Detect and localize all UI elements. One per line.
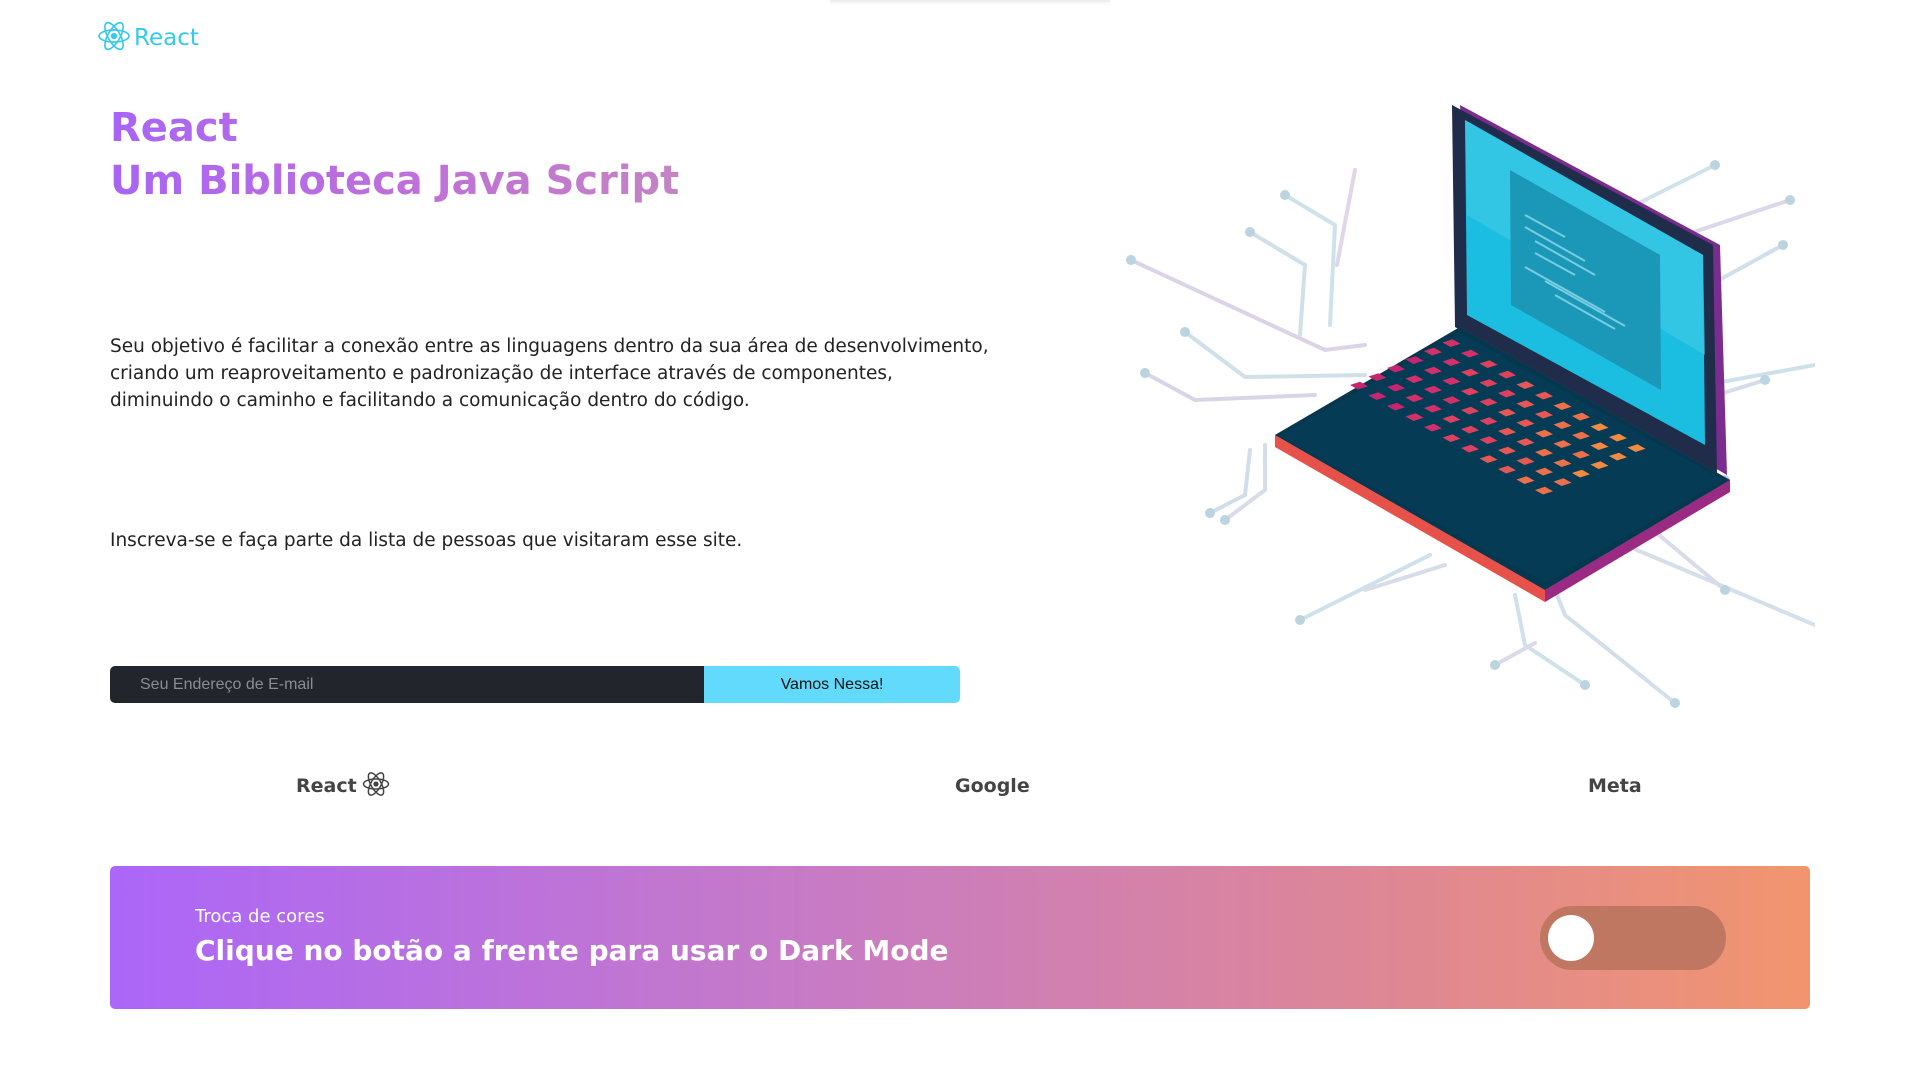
laptop-illustration	[1125, 95, 1817, 710]
dark-mode-banner: Troca de cores Clique no botão a frente …	[110, 866, 1810, 1009]
react-logo-icon	[96, 18, 132, 58]
partners-row: React Google Meta	[110, 768, 1810, 804]
page: React React Um Biblioteca Java Script Se…	[0, 0, 1920, 1080]
partner-react: React	[296, 768, 391, 804]
banner-title: Clique no botão a frente para usar o Dar…	[195, 934, 949, 967]
brand-label: React	[134, 25, 199, 51]
react-atom-icon	[361, 769, 391, 804]
email-form: Vamos Nessa!	[110, 666, 960, 703]
hero-title: React Um Biblioteca Java Script	[110, 102, 679, 208]
email-input[interactable]	[110, 666, 704, 703]
hero-title-line-2: Um Biblioteca Java Script	[110, 158, 680, 204]
top-divider	[830, 0, 1110, 2]
hero-description: Seu objetivo é facilitar a conexão entre…	[110, 336, 989, 411]
brand-link[interactable]: React	[96, 20, 199, 56]
partner-label: React	[296, 775, 357, 797]
hero-title-line-1: React	[110, 105, 238, 151]
toggle-knob	[1548, 915, 1594, 961]
partner-meta: Meta	[1588, 768, 1642, 804]
partner-label: Google	[955, 775, 1030, 797]
banner-subtitle: Troca de cores	[195, 906, 325, 927]
subscribe-text: Inscreva-se e faça parte da lista de pes…	[110, 530, 743, 551]
dark-mode-toggle[interactable]	[1540, 906, 1726, 970]
partner-google: Google	[955, 768, 1030, 804]
partner-label: Meta	[1588, 775, 1642, 797]
subscribe-button[interactable]: Vamos Nessa!	[704, 666, 960, 703]
